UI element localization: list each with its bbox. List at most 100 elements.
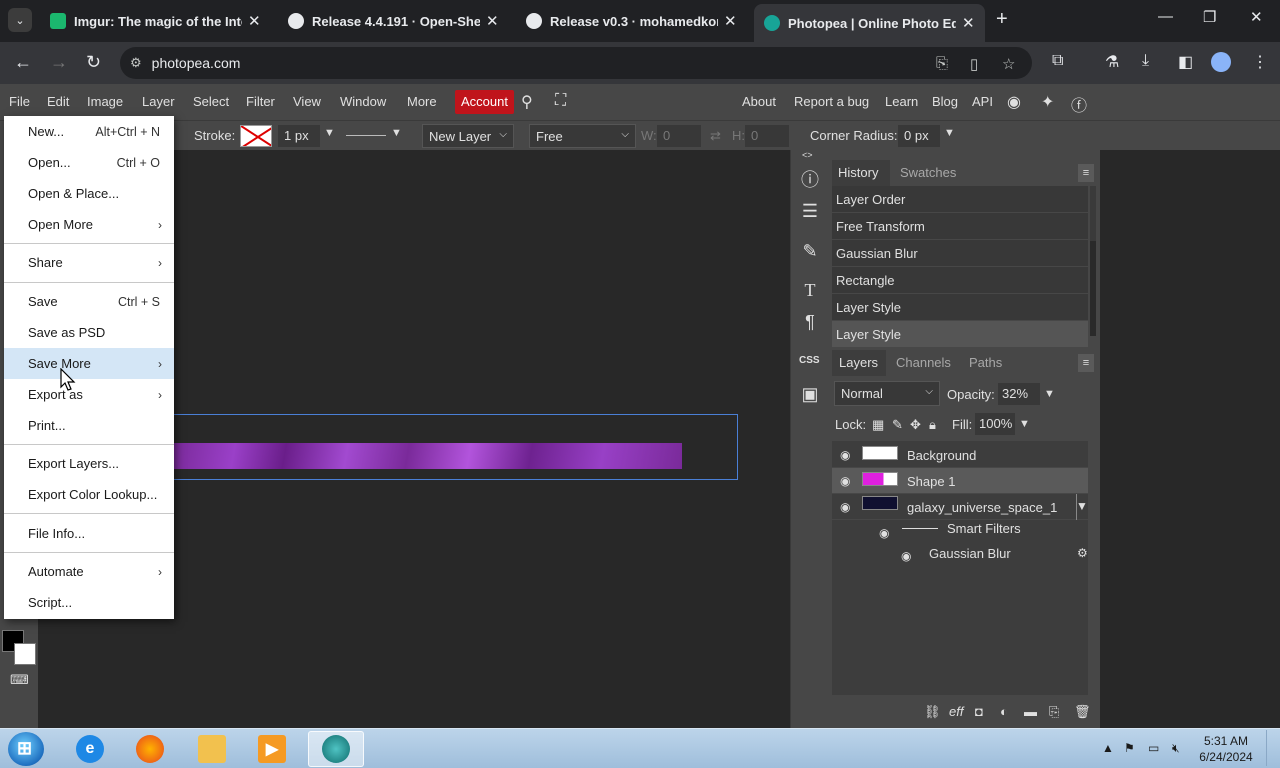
- link-learn[interactable]: Learn: [885, 94, 918, 109]
- menu-layer[interactable]: Layer: [142, 94, 175, 109]
- install-app-icon[interactable]: ⎘: [936, 55, 948, 72]
- history-item[interactable]: Free Transform: [832, 213, 1088, 240]
- labs-icon[interactable]: ⚗: [1105, 52, 1119, 72]
- system-clock[interactable]: 5:31 AM 6/24/2024: [1196, 733, 1256, 765]
- extensions-icon[interactable]: ⧉: [1052, 52, 1063, 70]
- adjustment-layer-icon[interactable]: ◐: [1000, 704, 1008, 719]
- menu-select[interactable]: Select: [193, 94, 229, 109]
- network-icon[interactable]: ▭: [1148, 741, 1159, 755]
- lock-transparency-icon[interactable]: ▦: [872, 417, 884, 433]
- chrome-menu-icon[interactable]: ⋮: [1252, 52, 1268, 72]
- image-icon[interactable]: ▣: [797, 381, 823, 407]
- caret-down-icon[interactable]: ▼: [1019, 418, 1030, 430]
- menu-item-export-layers[interactable]: Export Layers...: [4, 448, 174, 479]
- menu-item-export-as[interactable]: Export as ›: [4, 379, 174, 410]
- menu-item-file-info[interactable]: File Info...: [4, 518, 174, 549]
- link-blog[interactable]: Blog: [932, 94, 958, 109]
- panel-menu-icon[interactable]: ≡: [1078, 164, 1094, 182]
- side-panel-icon[interactable]: ◧: [1178, 52, 1193, 72]
- taskbar-media-player[interactable]: ▶: [244, 731, 300, 767]
- menu-item-share[interactable]: Share ›: [4, 247, 174, 278]
- download-icon[interactable]: ⤓: [1142, 52, 1149, 70]
- shape-1-preview[interactable]: [174, 443, 682, 469]
- tab-search-button[interactable]: ⌄: [8, 8, 32, 32]
- menu-image[interactable]: Image: [87, 94, 123, 109]
- menu-edit[interactable]: Edit: [47, 94, 69, 109]
- lock-pixels-icon[interactable]: ✎: [892, 417, 903, 433]
- info-icon[interactable]: ⓘ: [797, 166, 823, 192]
- history-item[interactable]: Rectangle: [832, 267, 1088, 294]
- folder-icon[interactable]: ▬: [1024, 704, 1037, 719]
- action-center-flag-icon[interactable]: ⚑: [1124, 741, 1135, 755]
- new-layer-select[interactable]: New Layer ⌵: [422, 124, 514, 148]
- caret-down-icon[interactable]: ▼: [324, 127, 335, 139]
- profile-avatar[interactable]: [1211, 52, 1231, 72]
- brush-icon[interactable]: ✎: [797, 238, 823, 264]
- taskbar-firefox[interactable]: [122, 731, 178, 767]
- eye-icon[interactable]: ◉: [840, 448, 850, 462]
- tab-layers[interactable]: Layers: [839, 355, 878, 370]
- volume-muted-icon[interactable]: 🔇︎: [1172, 741, 1180, 756]
- twitter-icon[interactable]: ✦: [1041, 92, 1054, 112]
- history-item[interactable]: Gaussian Blur: [832, 240, 1088, 267]
- close-icon[interactable]: ✕: [962, 14, 975, 32]
- fullscreen-icon[interactable]: ⛶: [555, 92, 566, 110]
- menu-view[interactable]: View: [293, 94, 321, 109]
- menu-more[interactable]: More: [407, 94, 437, 109]
- caret-down-icon[interactable]: ▼: [391, 127, 402, 139]
- stroke-color-swatch[interactable]: [240, 125, 272, 147]
- fill-input[interactable]: 100%: [975, 413, 1015, 435]
- adjustments-icon[interactable]: ☰: [797, 198, 823, 224]
- layer-row-smart-filters[interactable]: ◉ Smart Filters: [832, 520, 1088, 546]
- caret-down-icon[interactable]: ▼: [1044, 388, 1055, 400]
- link-about[interactable]: About: [742, 94, 776, 109]
- link-api[interactable]: API: [972, 94, 993, 109]
- bookmark-star-icon[interactable]: ☆: [1002, 55, 1015, 73]
- site-info-icon[interactable]: ⚙: [130, 55, 142, 71]
- stroke-style-line[interactable]: [346, 135, 386, 136]
- caret-down-icon[interactable]: ▼: [944, 127, 955, 139]
- history-item-current[interactable]: Layer Style: [832, 321, 1088, 348]
- blend-mode-select[interactable]: Normal ⌵: [834, 381, 940, 406]
- menu-item-open-more[interactable]: Open More ›: [4, 209, 174, 240]
- show-desktop-button[interactable]: [1266, 730, 1276, 766]
- menu-filter[interactable]: Filter: [246, 94, 275, 109]
- address-bar[interactable]: ⚙ photopea.com ⎘ ▯ ☆: [120, 47, 1032, 79]
- browser-tab-imgur[interactable]: Imgur: The magic of the Intern ✕: [40, 6, 271, 36]
- back-icon[interactable]: ←: [14, 52, 32, 73]
- tab-history[interactable]: History: [838, 165, 878, 180]
- css-label[interactable]: CSS: [799, 355, 820, 366]
- eye-icon[interactable]: ◉: [879, 526, 889, 540]
- close-icon[interactable]: ✕: [486, 12, 499, 30]
- eye-icon[interactable]: ◉: [901, 549, 911, 563]
- history-item[interactable]: Layer Style: [832, 294, 1088, 321]
- opacity-input[interactable]: 32%: [998, 383, 1040, 405]
- browser-tab-open-shell[interactable]: Release 4.4.191 · Open-Shell/O ✕: [278, 6, 509, 36]
- restore-icon[interactable]: ❐: [1203, 8, 1216, 26]
- eye-icon[interactable]: ◉: [840, 474, 850, 488]
- show-hidden-icons-icon[interactable]: ▲: [1102, 741, 1114, 755]
- taskbar-chrome[interactable]: [308, 731, 364, 767]
- character-icon[interactable]: T: [797, 277, 823, 303]
- menu-item-script[interactable]: Script...: [4, 587, 174, 618]
- history-scrollbar[interactable]: [1090, 186, 1096, 336]
- reddit-icon[interactable]: ◉: [1007, 92, 1021, 112]
- close-icon[interactable]: ✕: [248, 12, 261, 30]
- eye-icon[interactable]: ◉: [840, 500, 850, 514]
- layer-row-galaxy[interactable]: ◉ galaxy_universe_space_1 ▼: [832, 494, 1088, 520]
- lock-position-icon[interactable]: ✥: [910, 417, 921, 433]
- filter-options-icon[interactable]: ⚙: [1077, 546, 1088, 560]
- browser-tab-photopea[interactable]: Photopea | Online Photo Edito ✕: [754, 4, 985, 42]
- corner-radius-input[interactable]: 0 px: [898, 125, 940, 147]
- menu-item-open-place[interactable]: Open & Place...: [4, 178, 174, 209]
- panel-menu-icon[interactable]: ≡: [1078, 354, 1094, 372]
- effects-label[interactable]: eff: [949, 704, 963, 719]
- scrollbar-thumb[interactable]: [1090, 241, 1096, 336]
- layer-row-background[interactable]: ◉ Background: [832, 442, 1088, 468]
- background-color-swatch[interactable]: [14, 643, 36, 665]
- menu-item-save-as-psd[interactable]: Save as PSD: [4, 317, 174, 348]
- forward-icon[interactable]: →: [50, 52, 68, 73]
- trash-icon[interactable]: 🗑︎: [1074, 704, 1091, 720]
- start-button[interactable]: ⊞: [8, 732, 44, 766]
- account-button[interactable]: Account: [455, 90, 514, 114]
